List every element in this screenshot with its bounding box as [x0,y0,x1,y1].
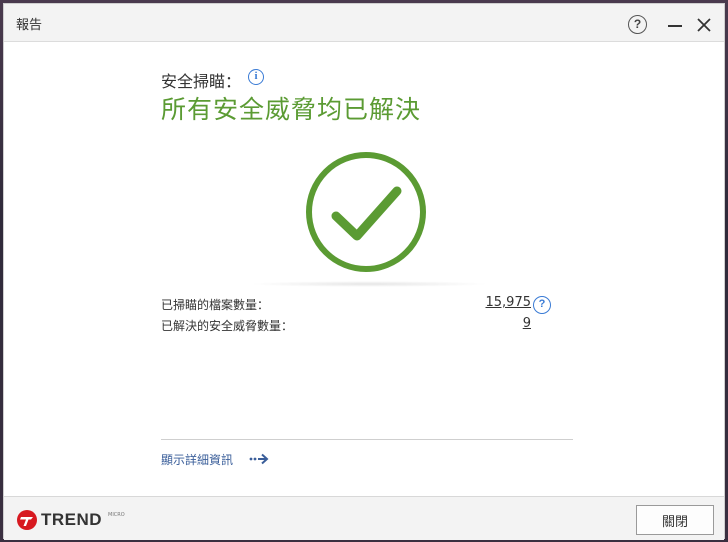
arrow-right-icon[interactable] [249,452,269,466]
threats-resolved-value[interactable]: 9 [484,316,531,331]
help-icon[interactable]: ? [628,15,647,34]
brand-name: TREND [41,510,103,529]
checkmark-shadow [249,281,489,287]
show-details-link[interactable]: 顯示詳細資訊 [161,451,233,468]
trend-logo-icon [17,510,37,530]
scan-label: 安全掃瞄： [161,72,242,91]
title-bar: 報告 ? [4,4,724,42]
window-title: 報告 [16,18,43,33]
close-icon[interactable] [696,17,712,33]
result-headline: 所有安全威脅均已解決 [161,95,422,124]
close-button[interactable]: 關閉 [636,505,714,535]
help-icon-files[interactable]: ? [533,296,551,314]
files-scanned-label: 已掃瞄的檔案數量： [161,298,270,312]
threats-resolved-label: 已解決的安全威脅數量： [161,319,294,333]
report-window: 報告 ? 安全掃瞄： i 所有安全威脅均已解決 已掃瞄的檔案數量： 15,975… [3,3,725,540]
divider [161,439,573,440]
checkmark-icon [306,152,426,272]
minimize-icon[interactable] [668,25,682,27]
brand-sub: MICRO [108,512,125,518]
info-icon[interactable]: i [248,69,264,85]
files-scanned-value[interactable]: 15,975 [474,295,532,310]
footer: TREND MICRO 關閉 [4,496,724,540]
